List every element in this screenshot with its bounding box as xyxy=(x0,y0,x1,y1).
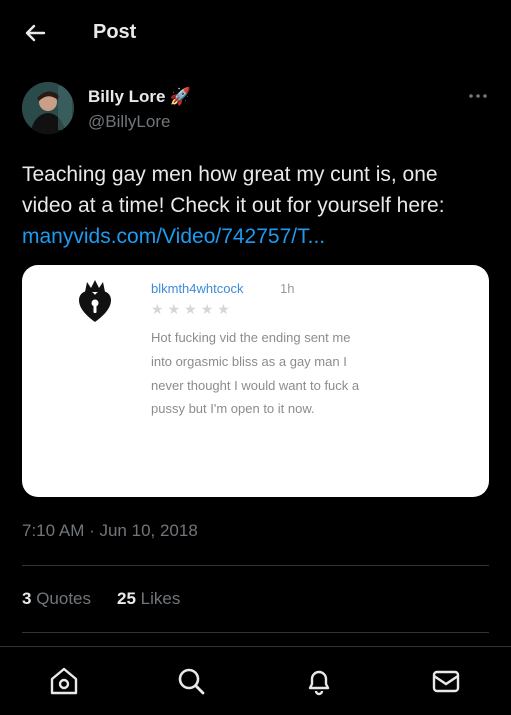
author-name-text[interactable]: Billy Lore xyxy=(88,87,165,107)
tweet-text: Teaching gay men how great my cunt is, o… xyxy=(22,159,492,252)
author-name[interactable]: Billy Lore 🚀 xyxy=(88,87,191,107)
divider xyxy=(22,632,489,633)
more-options-icon[interactable] xyxy=(466,86,490,106)
avatar[interactable] xyxy=(22,82,74,134)
tweet-media-image[interactable]: blkmth4whtcock 1h ★ ★ ★ ★ ★ Hot fucking … xyxy=(22,265,489,497)
tweet-link[interactable]: manyvids.com/Video/742757/T... xyxy=(22,225,325,248)
likes-count: 25 xyxy=(117,589,136,608)
engagement-stats: 3 Quotes 25 Likes xyxy=(22,589,180,609)
star-icon: ★ xyxy=(184,301,197,317)
messages-icon[interactable] xyxy=(430,665,462,697)
review-text: Hot fucking vid the ending sent me into … xyxy=(151,330,360,417)
notifications-icon[interactable] xyxy=(303,665,335,697)
review-username: blkmth4whtcock xyxy=(151,281,244,296)
search-icon[interactable] xyxy=(175,665,207,697)
tweet-body: Teaching gay men how great my cunt is, o… xyxy=(22,163,445,217)
likes-label: Likes xyxy=(140,589,181,608)
quotes-stat[interactable]: 3 Quotes xyxy=(22,589,91,609)
post-timestamp[interactable]: 7:10 AM · Jun 10, 2018 xyxy=(22,521,198,541)
star-icon: ★ xyxy=(200,301,214,317)
top-bar: Post xyxy=(0,0,511,66)
likes-stat[interactable]: 25 Likes xyxy=(117,589,180,609)
rocket-emoji: 🚀 xyxy=(169,87,191,106)
page-title: Post xyxy=(93,21,137,43)
crown-heart-logo-icon xyxy=(78,278,112,324)
quotes-label: Quotes xyxy=(36,589,92,608)
quotes-count: 3 xyxy=(22,589,32,608)
bottom-nav xyxy=(0,646,511,715)
star-icon: ★ xyxy=(217,301,230,317)
star-icon: ★ xyxy=(151,301,164,317)
star-icon: ★ xyxy=(167,301,181,317)
star-rating: ★ ★ ★ ★ ★ xyxy=(151,302,230,316)
divider xyxy=(22,565,489,566)
back-arrow-icon[interactable] xyxy=(20,18,50,48)
author-handle[interactable]: @BillyLore xyxy=(88,112,170,132)
home-icon[interactable] xyxy=(48,665,80,697)
review-time: 1h xyxy=(280,281,295,296)
